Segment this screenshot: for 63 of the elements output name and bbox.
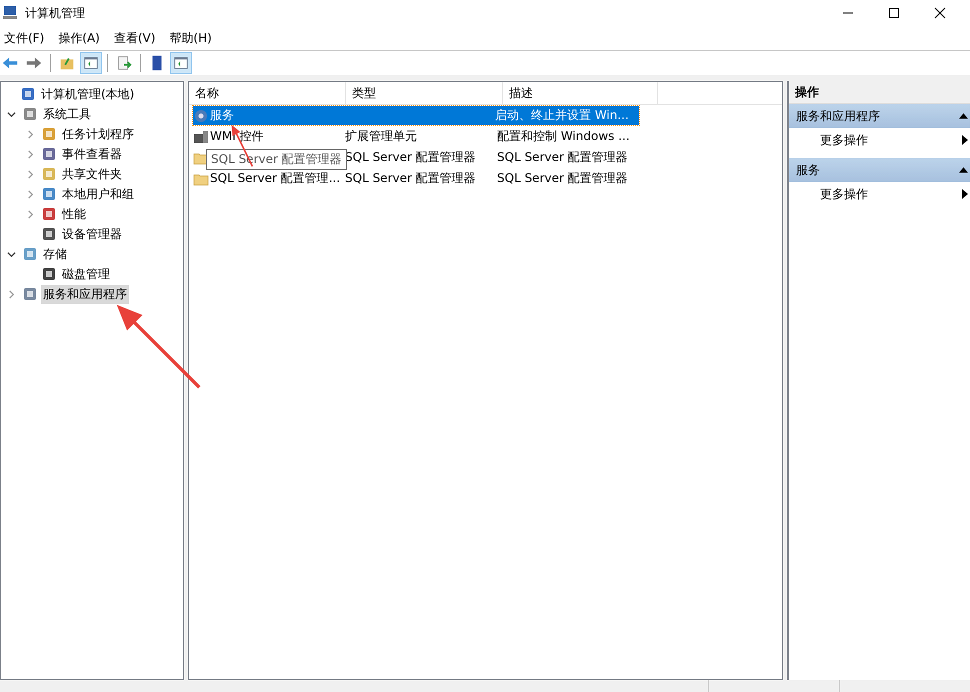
menu-item[interactable]: 文件(F): [4, 30, 44, 46]
pane-header: 操作: [789, 81, 970, 104]
column-header[interactable]: 名称: [189, 82, 346, 104]
expand-chevron-icon[interactable]: [26, 190, 35, 198]
selected-row[interactable]: 服务 启动、终止并设置 Win...: [193, 106, 639, 125]
tree-node-icon: [41, 126, 57, 142]
close-icon[interactable]: [934, 7, 946, 19]
table-cell: WMI 控件: [210, 128, 264, 145]
computer-icon: [193, 128, 209, 144]
tree-node-icon: [41, 186, 57, 202]
column-header[interactable]: 类型: [346, 82, 503, 104]
expand-chevron-icon[interactable]: [26, 210, 35, 218]
expand-chevron-icon[interactable]: [26, 170, 35, 178]
tree-node-icon: [22, 246, 38, 262]
expand-chevron-icon[interactable]: [26, 130, 35, 138]
collapse-triangle-icon: [959, 167, 968, 173]
tree-item[interactable]: 存储: [41, 244, 69, 264]
action-link[interactable]: 更多操作: [820, 132, 868, 148]
tree-item[interactable]: 任务计划程序: [60, 124, 136, 144]
tree-node-icon: [22, 106, 38, 122]
section-header[interactable]: 服务: [789, 158, 970, 182]
tree-item[interactable]: 设备管理器: [60, 224, 124, 244]
table-cell: 服务: [210, 107, 234, 124]
maximize-icon[interactable]: [888, 7, 900, 19]
table-cell-text: 配置和控制 Windows ...: [496, 128, 631, 145]
table-cell: SQL Server 配置管理...: [210, 170, 340, 187]
tree-item[interactable]: 本地用户和组: [60, 184, 136, 204]
tree-item[interactable]: 事件查看器: [60, 144, 124, 164]
table-cell-text: SQL Server 配置管理器: [344, 170, 477, 187]
table-cell-text: SQL Server 配置管理器: [496, 149, 629, 166]
collapse-triangle-icon: [959, 113, 968, 119]
tree-node-icon: [41, 266, 57, 282]
action-link[interactable]: 更多操作: [820, 186, 868, 202]
expand-chevron-icon[interactable]: [26, 150, 35, 158]
menu-item[interactable]: 帮助(H): [169, 30, 212, 46]
pane-icon[interactable]: [81, 53, 101, 73]
tree-node-icon: [41, 146, 57, 162]
tree-item[interactable]: 性能: [60, 204, 88, 224]
tree-item[interactable]: 共享文件夹: [60, 164, 124, 184]
tree-node-icon: [41, 226, 57, 242]
tree-item[interactable]: 计算机管理(本地): [39, 84, 136, 104]
pane-icon[interactable]: [171, 53, 191, 73]
submenu-triangle-icon: [962, 135, 968, 145]
tree-node-icon: [41, 166, 57, 182]
collapse-chevron-icon[interactable]: [7, 250, 16, 258]
tree-node-icon: [41, 206, 57, 222]
table-cell-text: 启动、终止并设置 Win...: [494, 107, 630, 124]
expand-chevron-icon[interactable]: [7, 290, 16, 298]
section-header[interactable]: 服务和应用程序: [789, 104, 970, 128]
tree-item[interactable]: 系统工具: [41, 104, 93, 124]
tree-item[interactable]: 服务和应用程序: [41, 284, 129, 304]
submenu-triangle-icon: [962, 189, 968, 199]
menu-item[interactable]: 查看(V): [114, 30, 156, 46]
column-header[interactable]: 描述: [503, 82, 658, 104]
tree-node-icon: [20, 86, 36, 102]
menu-item[interactable]: 操作(A): [58, 30, 100, 46]
table-cell-text: 扩展管理单元: [344, 128, 418, 145]
tree-item[interactable]: 磁盘管理: [60, 264, 112, 284]
computer-icon: [2, 5, 18, 21]
window-title: 计算机管理: [25, 4, 85, 22]
table-cell-text: SQL Server 配置管理器: [496, 170, 629, 187]
tree-node-icon: [22, 286, 38, 302]
collapse-chevron-icon[interactable]: [7, 110, 16, 118]
